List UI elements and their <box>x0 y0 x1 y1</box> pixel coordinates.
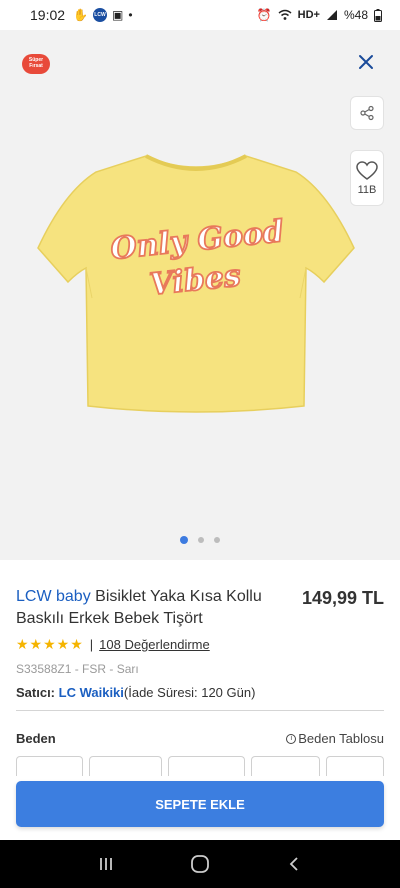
status-time: 19:02 <box>30 7 66 23</box>
carousel-indicator <box>0 536 400 544</box>
product-image-carousel[interactable]: Süper Fırsat 11B Only Good Vibes <box>0 30 400 560</box>
battery-icon <box>374 8 382 22</box>
signal-icon <box>326 10 337 20</box>
carousel-dot[interactable] <box>198 537 204 543</box>
network-type: HD+ <box>297 9 320 21</box>
lcw-app-icon: LCW <box>93 8 107 22</box>
size-option[interactable] <box>16 756 84 776</box>
alarm-icon: ⏰ <box>256 8 272 22</box>
recent-apps-icon[interactable] <box>98 856 114 872</box>
carousel-dot[interactable] <box>214 537 220 543</box>
more-notifications-icon: • <box>128 8 133 22</box>
share-icon <box>360 105 374 121</box>
share-button[interactable] <box>350 96 384 130</box>
product-price: 149,99 TL <box>301 588 384 608</box>
close-button[interactable] <box>352 48 380 76</box>
product-title: LCW baby Bisiklet Yaka Kısa Kollu Baskıl… <box>16 586 278 630</box>
size-label: Beden <box>16 731 56 746</box>
size-option[interactable] <box>326 756 384 776</box>
package-icon: ▣ <box>112 8 124 22</box>
size-option[interactable] <box>89 756 163 776</box>
product-info: LCW baby Bisiklet Yaka Kısa Kollu Baskıl… <box>0 560 400 776</box>
status-bar: 19:02 ✋ LCW ▣ • ⏰ HD+ %48 <box>0 0 400 30</box>
size-options <box>16 756 384 776</box>
size-header: Beden i Beden Tablosu <box>16 731 384 746</box>
wifi-icon <box>278 9 292 20</box>
super-deal-badge: Süper Fırsat <box>22 54 50 74</box>
rating-row[interactable]: ★★★★★ | 108 Değerlendirme <box>16 636 384 653</box>
back-icon[interactable] <box>286 856 302 872</box>
notification-icon: ✋ <box>73 8 88 22</box>
size-option[interactable] <box>168 756 246 776</box>
add-to-cart-button[interactable]: SEPETE EKLE <box>16 781 384 827</box>
home-icon[interactable] <box>190 854 210 874</box>
product-sku: S33588Z1 - FSR - Sarı <box>16 662 139 676</box>
system-nav-bar <box>0 840 400 888</box>
size-table-link[interactable]: i Beden Tablosu <box>286 731 384 746</box>
seller-name-link[interactable]: LC Waikiki <box>59 685 124 700</box>
carousel-dot[interactable] <box>180 536 188 544</box>
info-icon: i <box>286 733 297 744</box>
product-brand[interactable]: LCW baby <box>16 588 91 605</box>
seller-label: Satıcı: <box>16 685 56 700</box>
battery-percent: %48 <box>343 8 368 22</box>
size-table-label: Beden Tablosu <box>298 731 384 746</box>
rating-stars: ★★★★★ <box>16 636 84 652</box>
rating-separator: | <box>89 637 94 652</box>
product-tshirt-image: Only Good Vibes <box>37 154 355 413</box>
reviews-link[interactable]: 108 Değerlendirme <box>99 637 210 652</box>
return-policy: (İade Süresi: 120 Gün) <box>123 685 256 700</box>
size-option[interactable] <box>251 756 321 776</box>
seller-info: Satıcı: LC Waikiki(İade Süresi: 120 Gün) <box>16 685 384 700</box>
close-icon <box>359 55 373 69</box>
divider <box>16 710 384 711</box>
